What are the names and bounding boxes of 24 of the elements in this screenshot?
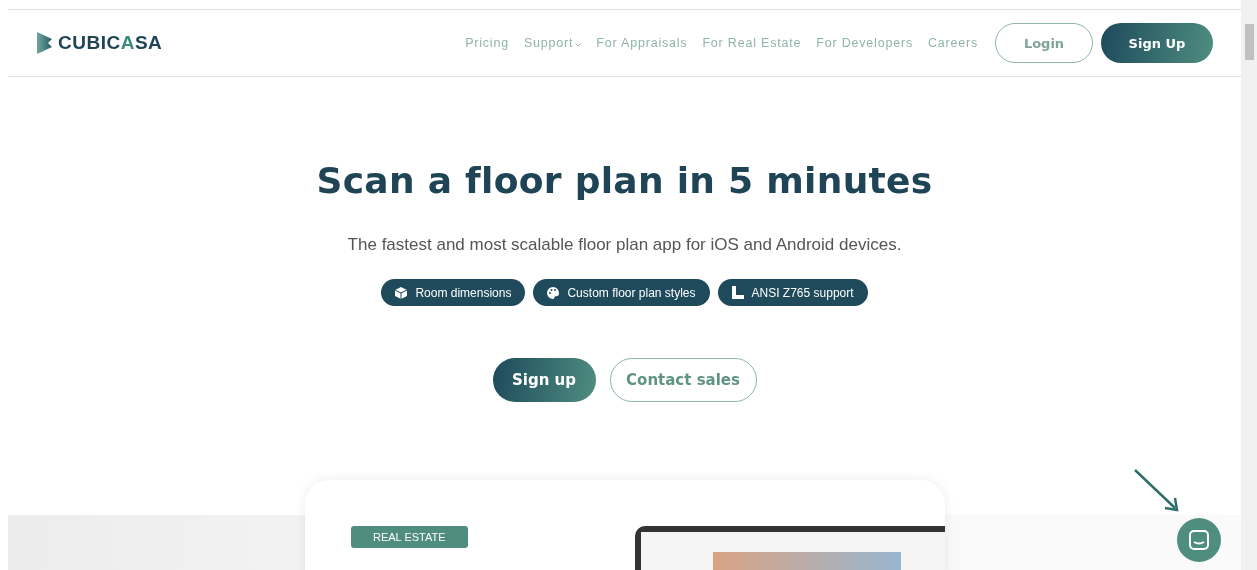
feature-pill: Custom floor plan styles [533,279,710,306]
nav-link[interactable]: Support [523,36,582,50]
contact-sales-button[interactable]: Contact sales [609,358,757,402]
caret-icon [575,43,582,47]
nav-link[interactable]: For Real Estate [702,36,802,50]
feature-pill: Room dimensions [381,279,526,306]
ruler-icon [731,286,744,299]
nav-link[interactable]: Careers [927,36,978,50]
logo[interactable]: CUBICASA [36,32,163,54]
nav-link[interactable]: For Developers [816,36,913,50]
signup-button[interactable]: Sign Up [1101,23,1213,63]
category-tag: REAL ESTATE [351,526,468,548]
hero-title: Scan a floor plan in 5 minutes [316,160,933,201]
hero-subtitle: The fastest and most scalable floor plan app for iOS and Android devices. [347,235,902,255]
signup-button[interactable]: Sign up [492,358,596,402]
scrollbar[interactable] [1241,0,1257,570]
palette-icon [547,286,560,299]
nav-link[interactable]: Pricing [465,36,509,50]
login-button[interactable]: Login [995,23,1093,63]
chat-icon [1188,529,1210,551]
feature-pill: ANSI Z765 support [717,279,868,306]
cube-icon [395,286,408,299]
nav-link[interactable]: For Appraisals [596,36,688,50]
arrow-icon [1133,468,1181,514]
